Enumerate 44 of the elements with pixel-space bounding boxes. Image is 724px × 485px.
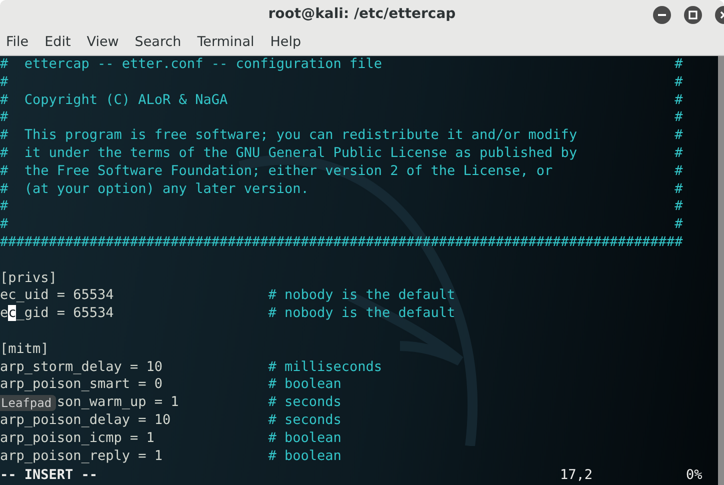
menu-item[interactable]: File — [6, 34, 29, 50]
menu-item[interactable]: Edit — [44, 34, 71, 50]
comment-line: # This program is free software; you can redistribute it and/or modify # — [0, 127, 684, 145]
comment-text: # boolean — [268, 376, 342, 394]
minimize-button[interactable] — [653, 6, 671, 24]
mode-indicator: -- INSERT -- — [0, 467, 98, 483]
comment-text: # seconds — [268, 394, 342, 412]
comment-text: # seconds — [268, 412, 342, 430]
comment-line: # # — [0, 74, 684, 92]
scroll-percent: 0% — [686, 468, 702, 483]
comment-text: # milliseconds — [268, 358, 382, 376]
setting-line: arp_poison_delay = 10 — [0, 412, 172, 430]
comment-text: # nobody is the default — [268, 287, 456, 306]
window-title: root@kali: /etc/ettercap — [268, 6, 456, 22]
tooltip: Leafpad — [0, 395, 56, 412]
maximize-button[interactable] — [684, 6, 702, 24]
setting-line: ec_uid = 65534 — [0, 287, 115, 306]
setting-line: arp_poison_smart = 0 — [0, 376, 164, 394]
maximize-icon — [688, 10, 698, 20]
comment-line: # ettercap -- etter.conf -- configuration file # — [0, 56, 684, 74]
setting-line: ec_gid = 65534 — [0, 305, 115, 323]
menu-item[interactable]: Terminal — [197, 34, 254, 50]
comment-line: # it under the terms of the GNU General Public License as published by # — [0, 144, 684, 163]
comment-line: # # — [0, 216, 684, 234]
setting-line: arp_poison_icmp = 1 — [0, 430, 156, 448]
comment-line: # (at your option) any later version. # — [0, 180, 684, 198]
setting-line: son_warm_up = 1 — [56, 394, 180, 412]
comment-line: # Copyright (C) ALoR & NaGA # — [0, 92, 684, 110]
comment-text: # nobody is the default — [268, 305, 456, 323]
comment-line: # the Free Software Foundation; either version 2 of the License, or # — [0, 162, 684, 181]
cursor-position: 17,2 — [560, 468, 593, 483]
section-header: [mitm] — [0, 340, 49, 359]
comment-line: # # — [0, 109, 684, 128]
menu-item[interactable]: Help — [270, 34, 302, 50]
comment-line: #################################################################################### — [0, 234, 684, 252]
menu-item[interactable]: Search — [134, 34, 182, 50]
setting-line: arp_poison_reply = 1 — [0, 448, 164, 466]
setting-line: arp_storm_delay = 10 — [0, 358, 164, 376]
scrollbar[interactable] — [718, 56, 724, 485]
comment-line: # # — [0, 198, 684, 216]
comment-text: # boolean — [268, 430, 342, 448]
menu-item[interactable]: View — [86, 34, 119, 50]
section-header: [privs] — [0, 270, 57, 288]
comment-text: # boolean — [268, 448, 342, 466]
